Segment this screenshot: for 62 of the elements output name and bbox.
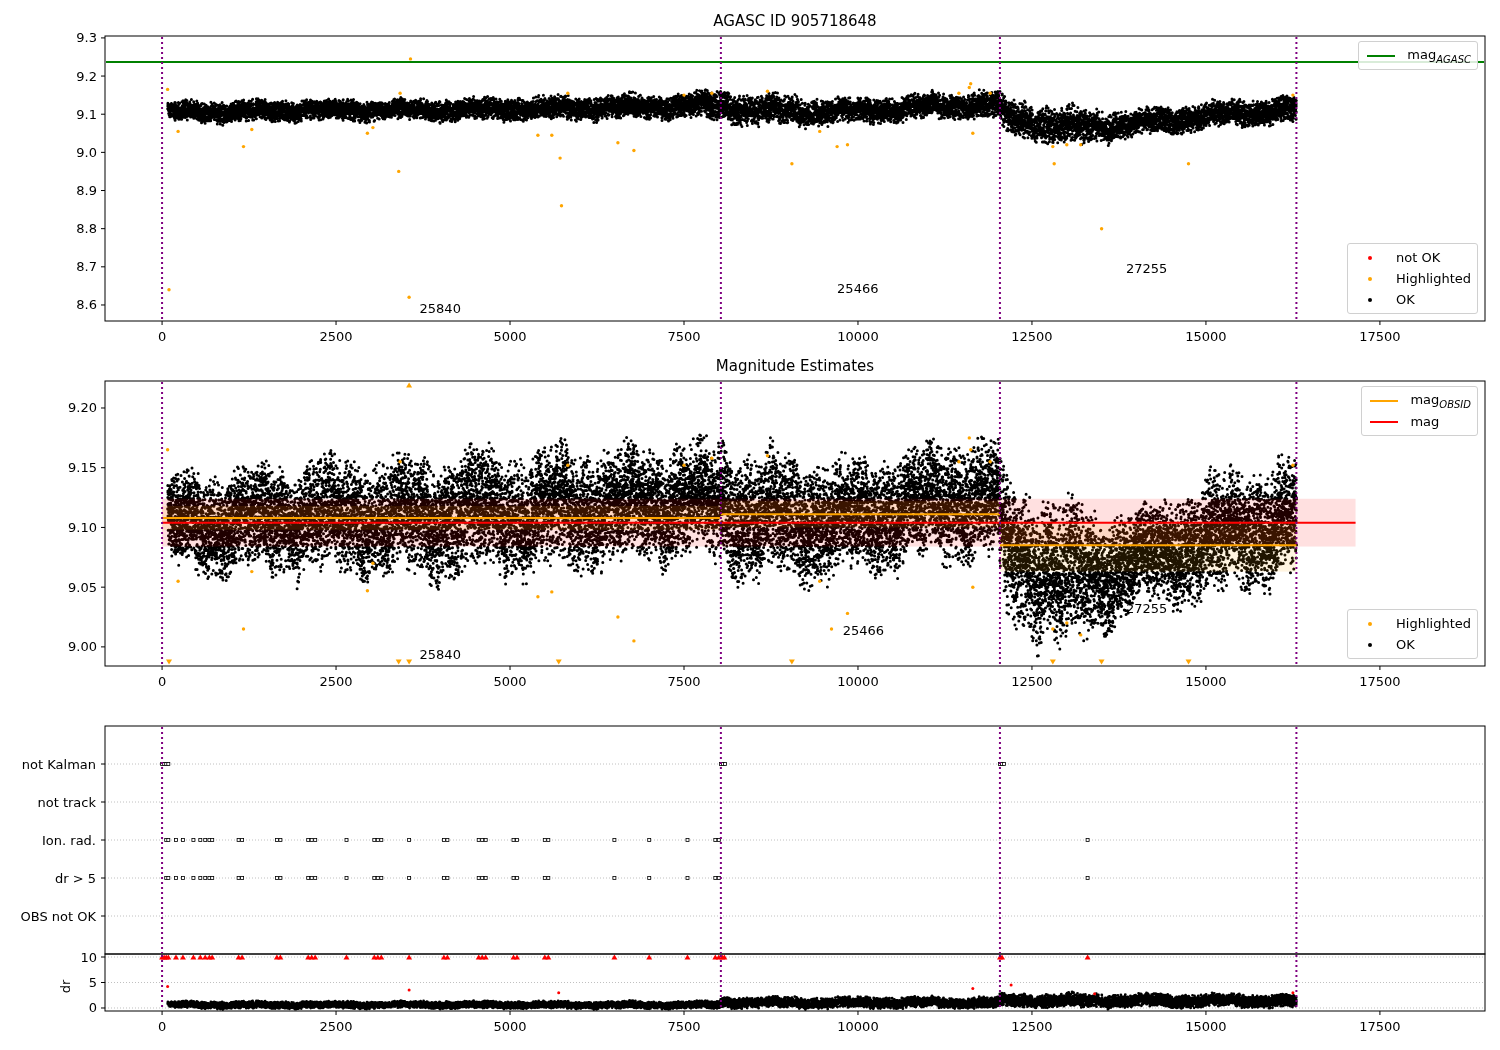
legend-label: mag$_{OBSID}$ <box>1410 391 1471 410</box>
annotation: 25840 <box>419 646 461 662</box>
tick-label: 2500 <box>319 674 353 689</box>
legend-label: OK <box>1396 637 1415 652</box>
annotation: 27255 <box>1125 260 1168 276</box>
tick-label: 10000 <box>837 674 879 689</box>
tick-label: 12500 <box>1011 1019 1053 1034</box>
tick-label: 0 <box>157 674 167 689</box>
tick-label: 12500 <box>1011 329 1053 344</box>
tick-label: 0 <box>157 329 167 344</box>
tick-label: 9.00 <box>68 639 97 655</box>
tick-label: 9.3 <box>76 30 97 46</box>
legend-label: Highlighted <box>1396 271 1471 286</box>
legend-label: mag <box>1410 414 1440 429</box>
legend-label: mag$_{AGASC}$ <box>1407 46 1471 65</box>
axis-label: dr <box>58 979 73 994</box>
tick-label: 12500 <box>1011 674 1053 689</box>
row-label: dr > 5 <box>54 870 96 886</box>
tick-label: 10000 <box>837 1019 879 1034</box>
legend-label: OK <box>1396 292 1415 307</box>
tick-label: 15000 <box>1185 674 1227 689</box>
tick-label: 9.1 <box>76 106 97 122</box>
tick-label: 17500 <box>1359 674 1401 689</box>
tick-label: 5000 <box>493 1019 527 1034</box>
tick-label: 15000 <box>1185 329 1227 344</box>
tick-label: 10 <box>80 949 97 965</box>
tick-label: 7500 <box>667 674 701 689</box>
tick-label: 2500 <box>319 329 353 344</box>
chart-title: AGASC ID 905718648 <box>713 12 877 30</box>
annotation: 25466 <box>842 622 885 638</box>
legend-label: Highlighted <box>1396 616 1471 631</box>
tick-label: 2500 <box>319 1019 353 1034</box>
row-label: Ion. rad. <box>42 832 96 848</box>
tick-label: 17500 <box>1359 329 1401 344</box>
row-label: not track <box>37 794 96 810</box>
tick-label: 5 <box>88 975 97 990</box>
tick-label: 9.05 <box>68 579 97 595</box>
tick-label: 7500 <box>667 1019 701 1034</box>
tick-label: 9.15 <box>68 460 97 476</box>
annotation: 27255 <box>1125 601 1168 617</box>
tick-label: 7500 <box>667 329 701 344</box>
tick-label: 8.6 <box>76 297 97 313</box>
tick-label: 8.9 <box>76 183 97 198</box>
annotation: 25840 <box>419 300 461 316</box>
tick-label: 8.8 <box>76 221 97 237</box>
tick-label: 0 <box>157 1019 167 1034</box>
tick-label: 15000 <box>1185 1019 1227 1034</box>
tick-label: 9.0 <box>76 144 97 160</box>
legend-label: not OK <box>1396 250 1441 265</box>
row-label: OBS not OK <box>20 908 96 924</box>
chart-title: Magnitude Estimates <box>715 357 875 375</box>
tick-label: 9.10 <box>68 519 97 535</box>
tick-label: 9.20 <box>68 400 97 416</box>
annotation: 25466 <box>837 280 879 296</box>
tick-label: 8.7 <box>76 259 97 275</box>
tick-label: 9.2 <box>76 68 97 84</box>
tick-label: 5000 <box>493 674 527 689</box>
tick-label: 10000 <box>837 329 879 344</box>
tick-label: 17500 <box>1359 1019 1401 1034</box>
row-label: not Kalman <box>21 756 96 772</box>
tick-label: 0 <box>88 1000 97 1016</box>
tick-label: 5000 <box>493 329 527 344</box>
